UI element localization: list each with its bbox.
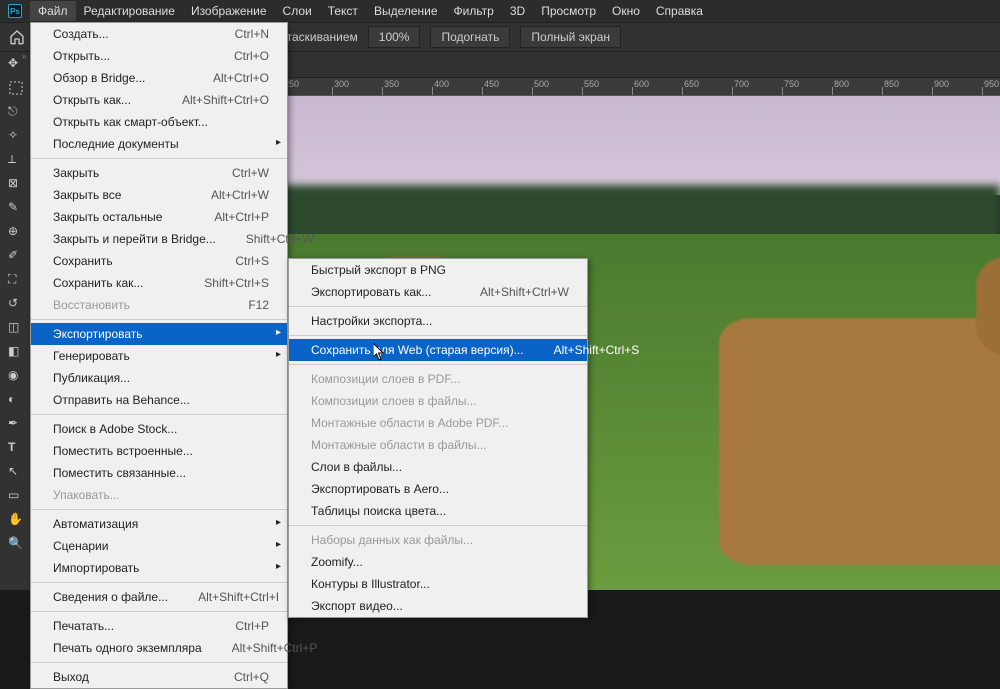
zoom-percent[interactable]: 100% <box>368 26 421 48</box>
file-item-0[interactable]: Создать...Ctrl+N <box>31 23 287 45</box>
menu-текст[interactable]: Текст <box>320 1 366 21</box>
file-item-8[interactable]: Закрыть всеAlt+Ctrl+W <box>31 184 287 206</box>
file-item-7[interactable]: ЗакрытьCtrl+W <box>31 162 287 184</box>
stamp-tool-icon[interactable]: ⛶ <box>0 268 32 292</box>
file-item-17[interactable]: Публикация... <box>31 367 287 389</box>
file-item-27[interactable]: Импортировать <box>31 557 287 579</box>
file-item-31[interactable]: Печатать...Ctrl+P <box>31 615 287 637</box>
crop-tool-icon[interactable]: ⟂ <box>0 148 32 172</box>
menu-3d[interactable]: 3D <box>502 1 533 21</box>
file-item-34[interactable]: ВыходCtrl+Q <box>31 666 287 688</box>
chevron-down-icon: » <box>22 52 26 61</box>
file-item-32[interactable]: Печать одного экземпляраAlt+Shift+Ctrl+P <box>31 637 287 659</box>
file-item-18[interactable]: Отправить на Behance... <box>31 389 287 411</box>
gradient-tool-icon[interactable]: ◧ <box>0 340 32 364</box>
file-item-13: ВосстановитьF12 <box>31 294 287 316</box>
menu-изображение[interactable]: Изображение <box>183 1 275 21</box>
file-item-16[interactable]: Генерировать <box>31 345 287 367</box>
eraser-tool-icon[interactable]: ◫ <box>0 316 32 340</box>
file-item-23: Упаковать... <box>31 484 287 506</box>
move-tool-icon[interactable]: ✥ <box>0 52 32 76</box>
file-item-20[interactable]: Поиск в Adobe Stock... <box>31 418 287 440</box>
file-item-4[interactable]: Открыть как смарт-объект... <box>31 111 287 133</box>
export-item-17[interactable]: Контуры в Illustrator... <box>289 573 587 595</box>
menu-окно[interactable]: Окно <box>604 1 648 21</box>
blur-tool-icon[interactable]: ◉ <box>0 364 32 388</box>
menu-слои[interactable]: Слои <box>275 1 320 21</box>
file-item-10[interactable]: Закрыть и перейти в Bridge...Shift+Ctrl+… <box>31 228 287 250</box>
hand-tool-icon[interactable]: ✋ <box>0 508 32 532</box>
marquee-tool-icon[interactable] <box>0 76 32 100</box>
type-tool-icon[interactable]: T <box>0 436 32 460</box>
export-item-5[interactable]: Сохранить для Web (старая версия)...Alt+… <box>289 339 587 361</box>
export-item-15: Наборы данных как файлы... <box>289 529 587 551</box>
path-select-icon[interactable]: ↖ <box>0 460 32 484</box>
export-submenu: Быстрый экспорт в PNGЭкспортировать как.… <box>288 258 588 618</box>
pen-tool-icon[interactable]: ✒ <box>0 412 32 436</box>
eyedropper-tool-icon[interactable]: ✎ <box>0 196 32 220</box>
export-item-16[interactable]: Zoomify... <box>289 551 587 573</box>
menu-справка[interactable]: Справка <box>648 1 711 21</box>
dodge-tool-icon[interactable]: ◐ <box>0 388 32 412</box>
menu-выделение[interactable]: Выделение <box>366 1 446 21</box>
wand-tool-icon[interactable]: ✧ <box>0 124 32 148</box>
brush-tool-icon[interactable]: ✐ <box>0 244 32 268</box>
file-item-25[interactable]: Автоматизация <box>31 513 287 535</box>
file-item-22[interactable]: Поместить связанные... <box>31 462 287 484</box>
file-item-12[interactable]: Сохранить как...Shift+Ctrl+S <box>31 272 287 294</box>
zoom-tool-icon[interactable]: 🔍 <box>0 532 32 556</box>
file-item-26[interactable]: Сценарии <box>31 535 287 557</box>
menu-просмотр[interactable]: Просмотр <box>533 1 604 21</box>
frame-tool-icon[interactable]: ⊠ <box>0 172 32 196</box>
file-item-15[interactable]: Экспортировать <box>31 323 287 345</box>
menu-редактирование[interactable]: Редактирование <box>76 1 183 21</box>
app-icon: Ps <box>8 4 22 18</box>
file-item-3[interactable]: Открыть как...Alt+Shift+Ctrl+O <box>31 89 287 111</box>
lasso-tool-icon[interactable]: ⎋ <box>0 100 32 124</box>
export-item-3[interactable]: Настройки экспорта... <box>289 310 587 332</box>
file-item-5[interactable]: Последние документы <box>31 133 287 155</box>
export-item-0[interactable]: Быстрый экспорт в PNG <box>289 259 587 281</box>
file-item-29[interactable]: Сведения о файле...Alt+Shift+Ctrl+I <box>31 586 287 608</box>
file-item-11[interactable]: СохранитьCtrl+S <box>31 250 287 272</box>
file-item-9[interactable]: Закрыть остальныеAlt+Ctrl+P <box>31 206 287 228</box>
export-item-1[interactable]: Экспортировать как...Alt+Shift+Ctrl+W <box>289 281 587 303</box>
menu-файл[interactable]: Файл <box>30 1 76 21</box>
file-item-21[interactable]: Поместить встроенные... <box>31 440 287 462</box>
history-brush-icon[interactable]: ↺ <box>0 292 32 316</box>
file-item-2[interactable]: Обзор в Bridge...Alt+Ctrl+O <box>31 67 287 89</box>
export-item-11[interactable]: Слои в файлы... <box>289 456 587 478</box>
export-item-18[interactable]: Экспорт видео... <box>289 595 587 617</box>
heal-tool-icon[interactable]: ⊕ <box>0 220 32 244</box>
menubar: Ps ФайлРедактированиеИзображениеСлоиТекс… <box>0 0 1000 22</box>
menu-фильтр[interactable]: Фильтр <box>446 1 502 21</box>
file-item-1[interactable]: Открыть...Ctrl+O <box>31 45 287 67</box>
export-item-13[interactable]: Таблицы поиска цвета... <box>289 500 587 522</box>
tools-panel: ✥ ⎋ ✧ ⟂ ⊠ ✎ ⊕ ✐ ⛶ ↺ ◫ ◧ ◉ ◐ ✒ T ↖ ▭ ✋ 🔍 <box>0 52 32 590</box>
shape-tool-icon[interactable]: ▭ <box>0 484 32 508</box>
export-item-10: Монтажные области в файлы... <box>289 434 587 456</box>
export-item-9: Монтажные области в Adobe PDF... <box>289 412 587 434</box>
export-item-12[interactable]: Экспортировать в Aero... <box>289 478 587 500</box>
fit-button[interactable]: Подогнать <box>430 26 510 48</box>
export-item-7: Композиции слоев в PDF... <box>289 368 587 390</box>
fullscreen-button[interactable]: Полный экран <box>520 26 621 48</box>
home-icon[interactable] <box>6 26 28 48</box>
file-dropdown: Создать...Ctrl+NОткрыть...Ctrl+OОбзор в … <box>30 22 288 689</box>
export-item-8: Композиции слоев в файлы... <box>289 390 587 412</box>
